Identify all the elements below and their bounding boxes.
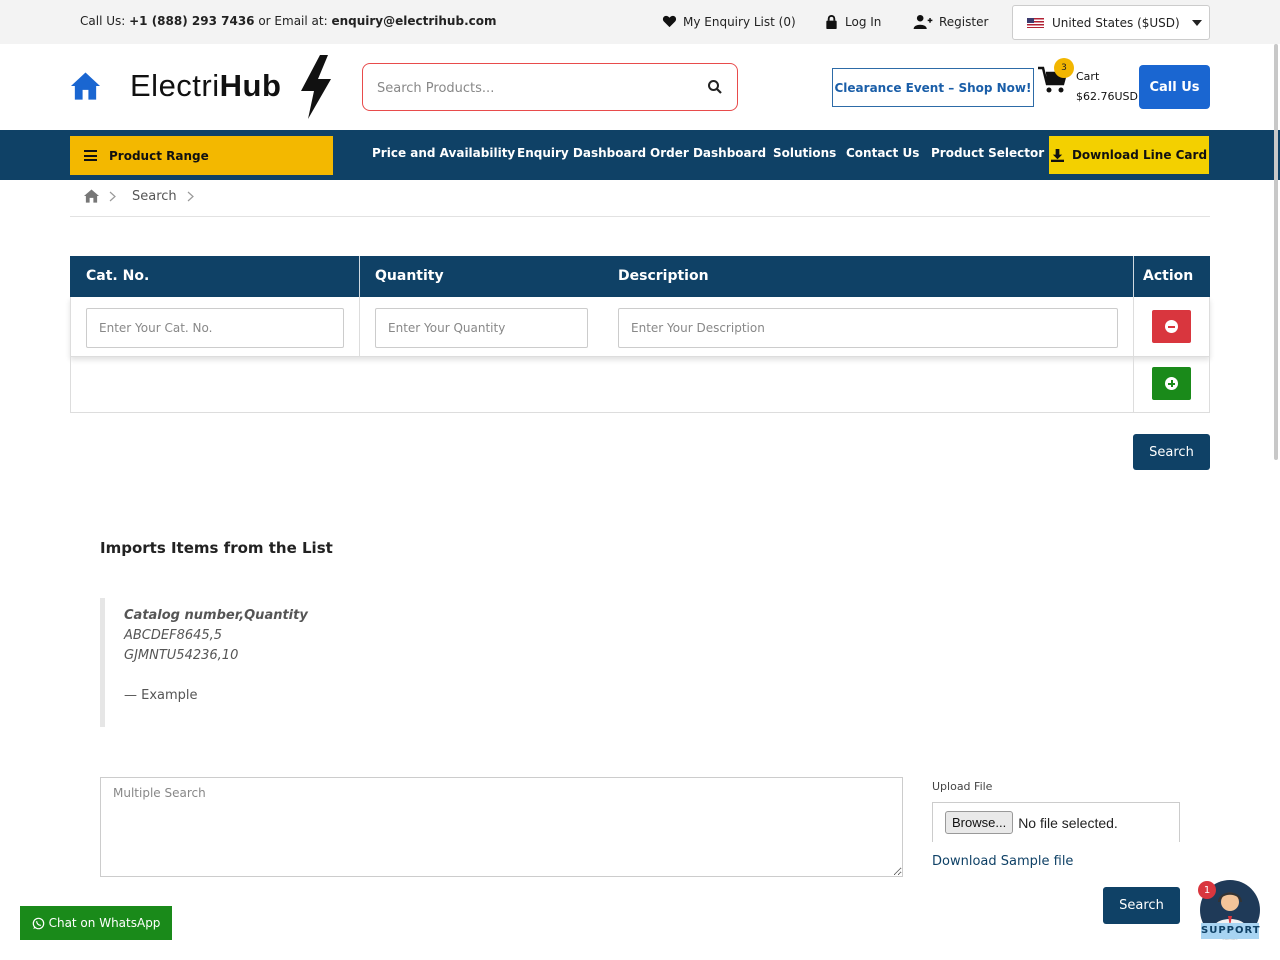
column-divider: [1133, 256, 1134, 297]
column-divider: [359, 256, 360, 297]
login-link[interactable]: Log In: [824, 14, 881, 29]
nav-enquiry-dashboard[interactable]: Enquiry Dashboard: [517, 146, 646, 160]
lock-icon: [826, 15, 837, 29]
column-divider: [359, 297, 360, 356]
email-prefix: or Email at:: [254, 14, 332, 28]
line-card-label: Download Line Card: [1071, 148, 1208, 162]
breadcrumb-current: Search: [132, 189, 177, 204]
top-bar: Call Us: +1 (888) 293 7436 or Email at: …: [0, 0, 1280, 44]
chevron-right-icon: [187, 191, 194, 202]
nav-contact-us[interactable]: Contact Us: [846, 146, 919, 160]
country-label: United States ($USD): [1052, 15, 1180, 30]
download-line-card-button[interactable]: Download Line Card: [1049, 136, 1209, 174]
country-selector[interactable]: United States ($USD): [1012, 5, 1210, 40]
nav-price-availability[interactable]: Price and Availability: [372, 146, 515, 160]
user-plus-icon: [913, 14, 933, 29]
lightning-bolt-icon: [301, 55, 331, 119]
login-label: Log In: [845, 14, 882, 29]
heart-icon: [662, 15, 677, 28]
header-cat-no: Cat. No.: [86, 268, 150, 284]
column-divider: [1133, 297, 1134, 356]
whatsapp-label: Chat on WhatsApp: [48, 916, 161, 930]
whatsapp-icon: [32, 917, 44, 929]
description-input[interactable]: [618, 308, 1118, 348]
product-search: [362, 63, 738, 111]
browse-button[interactable]: Browse...: [945, 811, 1014, 834]
logo-text-light: Electri: [130, 68, 220, 103]
contact-info: Call Us: +1 (888) 293 7436 or Email at: …: [80, 14, 497, 28]
plus-circle-icon: [1165, 377, 1178, 390]
logo-text-bold: Hub: [219, 68, 282, 103]
column-divider: [1133, 357, 1134, 412]
example-header-line: Catalog number,Quantity: [124, 608, 308, 623]
product-range-menu[interactable]: Product Range: [70, 136, 333, 175]
blockquote-bar: [100, 598, 105, 727]
call-prefix: Call Us:: [80, 14, 130, 28]
example-line: GJMNTU54236,10: [124, 648, 239, 663]
add-row-area: [70, 357, 1210, 413]
product-search-input[interactable]: [377, 76, 687, 100]
example-line: ABCDEF8645,5: [124, 628, 223, 643]
nav-product-selector[interactable]: Product Selector: [931, 146, 1044, 160]
download-sample-link[interactable]: Download Sample file: [932, 854, 1073, 869]
header-quantity: Quantity: [375, 268, 444, 284]
email-link[interactable]: enquiry@electrihub.com: [331, 14, 496, 28]
caret-down-icon: [1191, 19, 1202, 26]
cart-count-badge: 3: [1054, 58, 1074, 78]
upload-file-field: Browse... No file selected.: [932, 802, 1180, 842]
breadcrumb-home-icon[interactable]: [84, 189, 99, 203]
nav-solutions[interactable]: Solutions: [773, 146, 836, 160]
cat-no-input[interactable]: [86, 308, 344, 348]
enquiry-list-link[interactable]: My Enquiry List (0): [662, 14, 796, 29]
table-search-button[interactable]: Search: [1133, 434, 1210, 470]
no-file-text: No file selected.: [1018, 814, 1118, 831]
support-label: SUPPORT: [1201, 923, 1260, 939]
product-range-label: Product Range: [109, 148, 209, 163]
quantity-input[interactable]: [375, 308, 588, 348]
breadcrumb-divider: [70, 216, 1210, 217]
import-search-button[interactable]: Search: [1103, 887, 1180, 924]
call-us-button[interactable]: Call Us: [1139, 65, 1210, 109]
clearance-event-button[interactable]: Clearance Event – Shop Now!: [832, 68, 1034, 107]
search-icon[interactable]: [707, 79, 723, 95]
header-action: Action: [1143, 268, 1194, 284]
hamburger-icon: [84, 150, 97, 161]
download-icon: [1050, 148, 1064, 162]
home-icon[interactable]: [70, 70, 101, 102]
example-cite: — Example: [124, 688, 198, 703]
support-notification-badge: 1: [1198, 881, 1216, 899]
import-section-title: Imports Items from the List: [100, 539, 333, 557]
add-row-button[interactable]: [1152, 367, 1191, 400]
phone-link[interactable]: +1 (888) 293 7436: [129, 14, 254, 28]
register-label: Register: [939, 14, 989, 29]
upload-file-label: Upload File: [932, 780, 993, 793]
whatsapp-chat-button[interactable]: Chat on WhatsApp: [20, 906, 172, 940]
header-description: Description: [618, 268, 709, 284]
chevron-right-icon: [109, 191, 116, 202]
nav-order-dashboard[interactable]: Order Dashboard: [650, 146, 766, 160]
cart-total: $62.76USD: [1076, 90, 1138, 103]
minus-circle-icon: [1165, 320, 1178, 333]
cart-label[interactable]: Cart: [1076, 70, 1099, 83]
site-logo[interactable]: ElectriHub: [130, 68, 281, 104]
register-link[interactable]: Register: [913, 14, 988, 29]
scrollbar[interactable]: [1274, 44, 1278, 460]
enquiry-list-label: My Enquiry List (0): [683, 14, 796, 29]
remove-row-button[interactable]: [1152, 310, 1191, 343]
us-flag-icon: [1027, 17, 1044, 28]
table-header: Cat. No. Quantity Description Action: [70, 256, 1210, 297]
multiple-search-textarea[interactable]: [100, 777, 903, 877]
table-row: [70, 297, 1210, 357]
